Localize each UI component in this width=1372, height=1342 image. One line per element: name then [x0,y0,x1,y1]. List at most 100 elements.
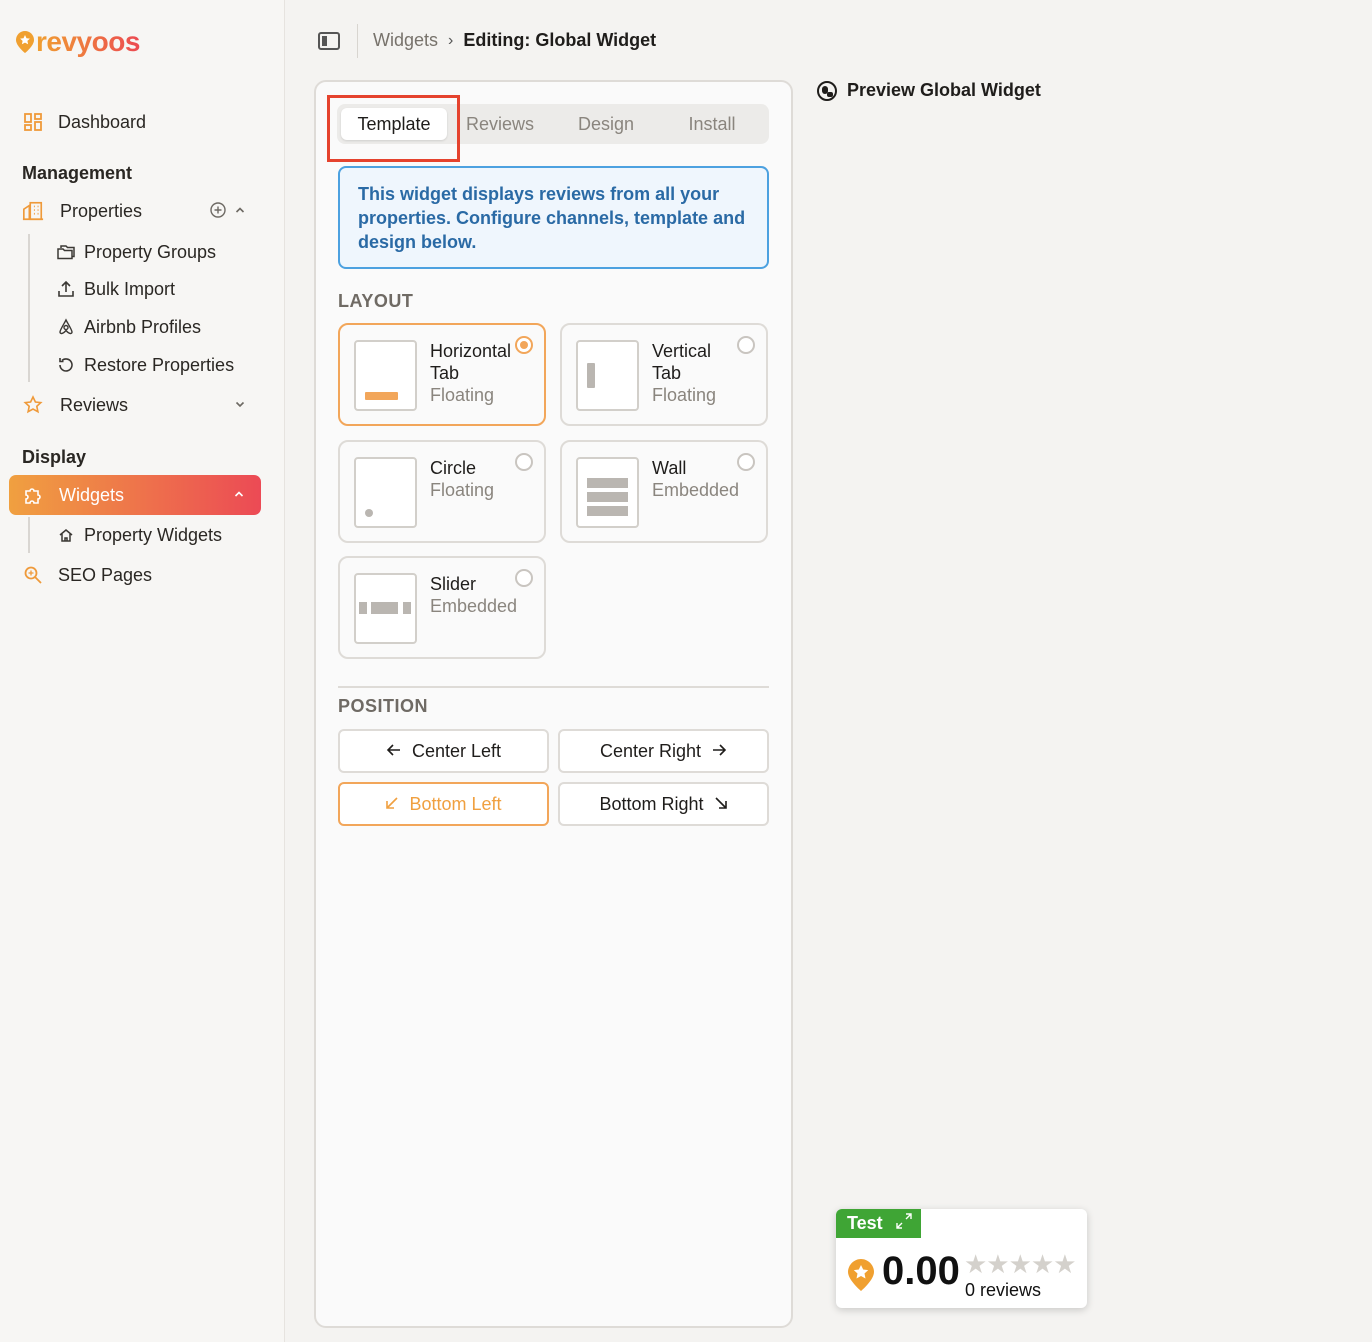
layout-title: Horizontal [430,341,512,361]
sidebar-item-label: Restore Properties [84,354,235,375]
layout-thumbnail [576,340,639,411]
sidebar-item-properties[interactable]: Properties [8,191,262,231]
center-right-button[interactable]: Center Right [558,729,769,773]
preview-title: Preview Global Widget [847,80,1041,100]
layout-title: Vertical [652,341,712,361]
bottom-right-button[interactable]: Bottom Right [558,782,769,826]
layout-label: LAYOUT [338,291,414,311]
layout-title-line2: Tab [652,363,682,383]
sidebar-item-property-groups[interactable]: Property Groups [56,234,216,270]
sidebar-item-restore-properties[interactable]: Restore Properties [56,347,234,383]
layout-title: Circle [430,458,477,478]
tree-line [28,234,30,382]
widget-tag-label: Test [847,1213,883,1233]
button-label: Center Right [599,740,702,761]
layout-option-slider[interactable]: Slider Embedded [338,556,546,659]
layout-thumbnail [354,340,417,411]
star-icon [22,394,44,416]
widget-tag[interactable]: Test [836,1209,921,1238]
sidebar-item-dashboard[interactable]: Dashboard [8,102,262,142]
layout-thumbnail [576,457,639,528]
radio[interactable] [737,336,755,354]
sidebar-item-label: Properties [60,200,143,221]
logo-text: revyoos [36,26,140,57]
breadcrumb: Widgets › Editing: Global Widget [373,30,656,51]
chevron-up-icon[interactable] [234,203,246,219]
sidebar-item-label: SEO Pages [58,564,153,585]
sidebar-item-label: Dashboard [58,111,147,132]
section-divider [338,686,769,688]
sidebar-item-label: Property Widgets [84,524,223,545]
layout-subtitle: Floating [430,385,495,405]
widget-score: 0.00 [882,1249,960,1293]
tab-reviews[interactable]: Reviews [447,108,553,140]
sidebar-item-property-widgets[interactable]: Property Widgets [56,517,222,553]
expand-icon[interactable] [895,1212,913,1235]
section-management: Management [22,163,133,183]
layout-option-circle[interactable]: Circle Floating [338,440,546,543]
airbnb-icon [56,318,76,336]
sidebar-item-seo-pages[interactable]: SEO Pages [8,555,262,595]
preview-header: Preview Global Widget [817,80,1041,101]
chevron-up-icon[interactable] [233,487,245,503]
upload-icon [56,280,76,298]
layout-subtitle: Embedded [430,596,518,616]
layout-subtitle: Floating [652,385,717,405]
tree-line [28,517,30,553]
layout-option-vertical-tab[interactable]: Vertical Tab Floating [560,323,768,426]
layout-option-horizontal-tab[interactable]: Horizontal Tab Floating [338,323,546,426]
radio[interactable] [515,453,533,471]
dashboard-icon [22,111,44,133]
sidebar-item-label: Bulk Import [84,278,176,299]
section-display: Display [22,447,87,467]
restore-icon [56,356,76,374]
sidebar-item-bulk-import[interactable]: Bulk Import [56,271,175,307]
layout-thumbnail [354,573,417,644]
logo-pin-icon [16,31,34,53]
tab-design[interactable]: Design [553,108,659,140]
building-icon [22,200,44,222]
home-icon [56,527,76,543]
sidebar-item-label: Airbnb Profiles [84,316,202,337]
radio-selected[interactable] [515,336,533,354]
widget-stars: ★★★★★ [964,1249,1077,1279]
tab-install[interactable]: Install [659,108,765,140]
breadcrumb-current: Editing: Global Widget [463,30,657,50]
layout-title-line2: Tab [430,363,460,383]
chevron-down-icon[interactable] [234,397,246,413]
button-label: Center Left [411,740,502,761]
logo[interactable]: revyoos [16,26,140,58]
review-widget[interactable]: Test 0.00 ★★★★★ 0 reviews [836,1209,1087,1308]
button-label: Bottom Left [409,793,502,814]
layout-title: Slider [430,574,477,594]
sidebar-item-reviews[interactable]: Reviews [8,385,262,425]
bottom-left-button[interactable]: Bottom Left [338,782,549,826]
layout-subtitle: Embedded [652,480,740,500]
divider [357,24,358,58]
info-banner: This widget displays reviews from all yo… [338,166,769,269]
radio[interactable] [515,569,533,587]
sidebar-item-label: Widgets [59,484,125,505]
center-left-button[interactable]: Center Left [338,729,549,773]
search-icon [22,564,44,586]
sidebar-item-label: Property Groups [84,241,217,262]
layout-title: Wall [652,458,687,478]
radio[interactable] [737,453,755,471]
sidebar-item-airbnb-profiles[interactable]: Airbnb Profiles [56,309,201,345]
arrow-down-right-icon [714,794,728,815]
breadcrumb-widgets[interactable]: Widgets [373,30,438,51]
arrow-left-icon [386,741,402,762]
chevron-right-icon: › [448,31,454,49]
layout-option-wall[interactable]: Wall Embedded [560,440,768,543]
globe-icon [817,80,837,101]
button-label: Bottom Right [599,793,704,814]
layout-thumbnail [354,457,417,528]
arrow-right-icon [711,741,727,762]
layout-subtitle: Floating [430,480,495,500]
sidebar-toggle-icon[interactable] [318,32,340,50]
highlight-box [327,95,460,162]
sidebar-item-widgets[interactable]: Widgets [9,475,261,515]
folders-icon [56,244,76,260]
revyoos-pin-icon [848,1259,874,1291]
add-circle-icon[interactable] [210,201,226,221]
